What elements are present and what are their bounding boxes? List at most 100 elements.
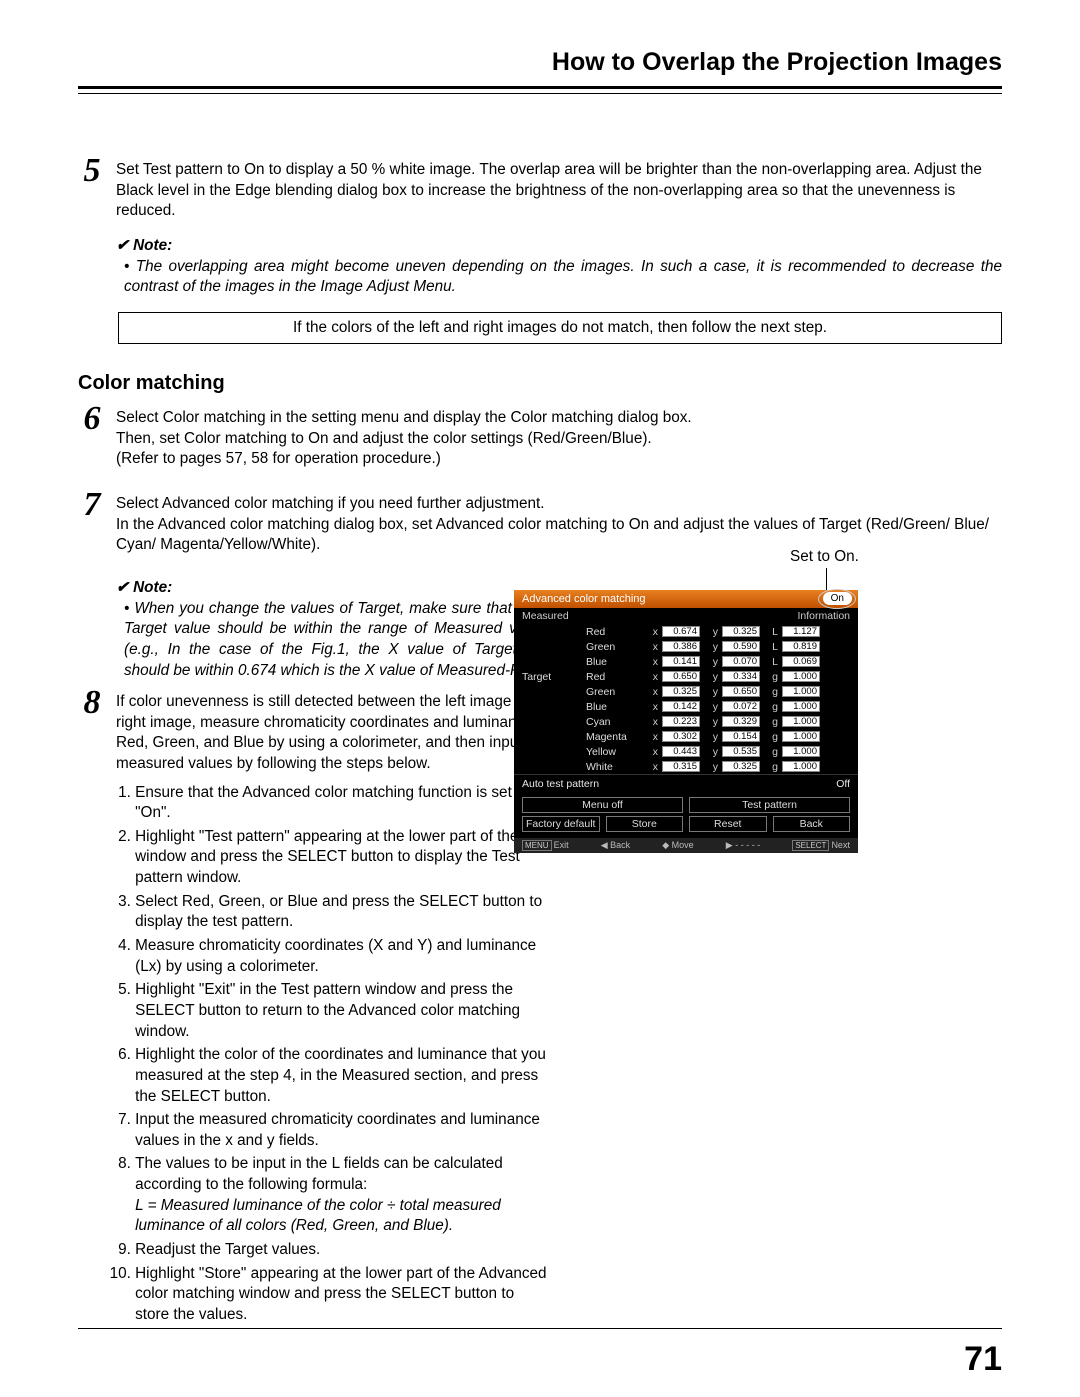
osd-y-value[interactable] — [722, 656, 760, 667]
menu-key-icon: MENU — [522, 840, 552, 851]
step-8-item: Highlight "Test pattern" appearing at th… — [135, 827, 550, 889]
osd-button-store[interactable]: Store — [606, 816, 684, 832]
osd-button-reset[interactable]: Reset — [689, 816, 767, 832]
osd-x-value[interactable] — [662, 716, 700, 727]
osd-x-label: x — [646, 671, 658, 683]
osd-button-menu-off[interactable]: Menu off — [522, 797, 683, 813]
osd-subheader: Measured Information — [514, 608, 858, 624]
figure-caption-set-on: Set to On. — [790, 548, 859, 566]
select-key-icon: SELECT — [792, 840, 829, 851]
osd-l-value[interactable] — [782, 746, 820, 757]
osd-y-value[interactable] — [722, 716, 760, 727]
osd-color-name: Blue — [586, 656, 642, 668]
osd-y-value[interactable] — [722, 746, 760, 757]
osd-y-value[interactable] — [722, 671, 760, 682]
osd-y-value[interactable] — [722, 731, 760, 742]
osd-x-value[interactable] — [662, 656, 700, 667]
step-8-item: Readjust the Target values. — [135, 1240, 550, 1261]
step-number-6: 6 — [78, 400, 106, 438]
osd-l-label: g — [766, 746, 778, 758]
osd-y-value[interactable] — [722, 641, 760, 652]
osd-l-value[interactable] — [782, 686, 820, 697]
step-8-formula: L = Measured luminance of the color ÷ to… — [135, 1196, 550, 1237]
osd-y-value[interactable] — [722, 626, 760, 637]
osd-y-value[interactable] — [722, 686, 760, 697]
step-8-item: The values to be input in the L fields c… — [135, 1154, 550, 1237]
osd-l-value[interactable] — [782, 761, 820, 772]
osd-nav-exit: Exit — [554, 840, 569, 850]
osd-auto-test-pattern[interactable]: Auto test pattern Off — [514, 774, 858, 793]
osd-l-value[interactable] — [782, 731, 820, 742]
figure-leader-line — [826, 568, 827, 590]
step-8-item: Highlight the color of the coordinates a… — [135, 1045, 550, 1107]
step-6-line2: Then, set Color matching to On and adjus… — [116, 429, 1002, 450]
step-5-body: Set Test pattern to On to display a 50 %… — [116, 160, 1002, 222]
osd-on-pill[interactable]: On — [823, 592, 852, 605]
osd-section-label: Target — [522, 671, 582, 683]
osd-title-bar: Advanced color matching On — [514, 590, 858, 608]
osd-auto-test-value: Off — [836, 778, 850, 790]
osd-color-name: Green — [586, 641, 642, 653]
boxed-callout: If the colors of the left and right imag… — [118, 312, 1002, 344]
osd-color-name: Red — [586, 671, 642, 683]
osd-button-back[interactable]: Back — [773, 816, 851, 832]
step-6-line3: (Refer to pages 57, 58 for operation pro… — [116, 449, 1002, 470]
osd-l-value[interactable] — [782, 641, 820, 652]
step-8-item: Ensure that the Advanced color matching … — [135, 783, 550, 824]
osd-x-value[interactable] — [662, 626, 700, 637]
osd-color-row: Cyanxyg — [514, 714, 858, 729]
osd-button-test-pattern[interactable]: Test pattern — [689, 797, 850, 813]
page-title: How to Overlap the Projection Images — [78, 48, 1002, 83]
step-8-item: Highlight "Store" appearing at the lower… — [135, 1264, 550, 1326]
osd-l-value[interactable] — [782, 716, 820, 727]
osd-sub-measured: Measured — [522, 610, 569, 622]
osd-x-value[interactable] — [662, 686, 700, 697]
step-6-line1: Select Color matching in the setting men… — [116, 408, 1002, 429]
osd-nav-move: Move — [672, 840, 694, 850]
osd-l-value[interactable] — [782, 626, 820, 637]
osd-y-label: y — [706, 671, 718, 683]
osd-y-label: y — [706, 626, 718, 638]
osd-l-label: L — [766, 656, 778, 668]
osd-x-label: x — [646, 656, 658, 668]
step-7-line1: Select Advanced color matching if you ne… — [116, 494, 1002, 515]
section-color-matching: Color matching — [78, 372, 1002, 395]
osd-color-name: Green — [586, 686, 642, 698]
osd-sub-information: Information — [797, 610, 850, 622]
note-5-body: The overlapping area might become uneven… — [124, 258, 1002, 296]
osd-l-label: g — [766, 701, 778, 713]
osd-nav-next: Next — [831, 840, 850, 850]
osd-color-name: Cyan — [586, 716, 642, 728]
osd-color-row: RedxyL — [514, 624, 858, 639]
header-rule-thick — [78, 86, 1002, 89]
osd-x-label: x — [646, 761, 658, 773]
osd-x-value[interactable] — [662, 746, 700, 757]
step-number-8: 8 — [78, 684, 106, 722]
header-rule-thin — [78, 93, 1002, 94]
osd-y-value[interactable] — [722, 761, 760, 772]
osd-x-value[interactable] — [662, 641, 700, 652]
osd-button-factory-default[interactable]: Factory default — [522, 816, 600, 832]
osd-y-label: y — [706, 641, 718, 653]
osd-x-label: x — [646, 731, 658, 743]
osd-y-label: y — [706, 716, 718, 728]
osd-x-value[interactable] — [662, 701, 700, 712]
osd-color-row: Magentaxyg — [514, 729, 858, 744]
step-7-line2: In the Advanced color matching dialog bo… — [116, 515, 1002, 556]
osd-l-label: g — [766, 761, 778, 773]
osd-x-value[interactable] — [662, 671, 700, 682]
osd-l-value[interactable] — [782, 656, 820, 667]
step-8-item: Input the measured chromaticity coordina… — [135, 1110, 550, 1151]
osd-title: Advanced color matching — [522, 593, 646, 605]
osd-l-value[interactable] — [782, 671, 820, 682]
step-number-7: 7 — [78, 486, 106, 524]
osd-color-name: White — [586, 761, 642, 773]
osd-x-value[interactable] — [662, 731, 700, 742]
osd-y-label: y — [706, 731, 718, 743]
osd-x-label: x — [646, 746, 658, 758]
osd-x-value[interactable] — [662, 761, 700, 772]
osd-x-label: x — [646, 626, 658, 638]
osd-y-value[interactable] — [722, 701, 760, 712]
osd-nav-dash: - - - - - — [735, 840, 760, 850]
osd-l-value[interactable] — [782, 701, 820, 712]
